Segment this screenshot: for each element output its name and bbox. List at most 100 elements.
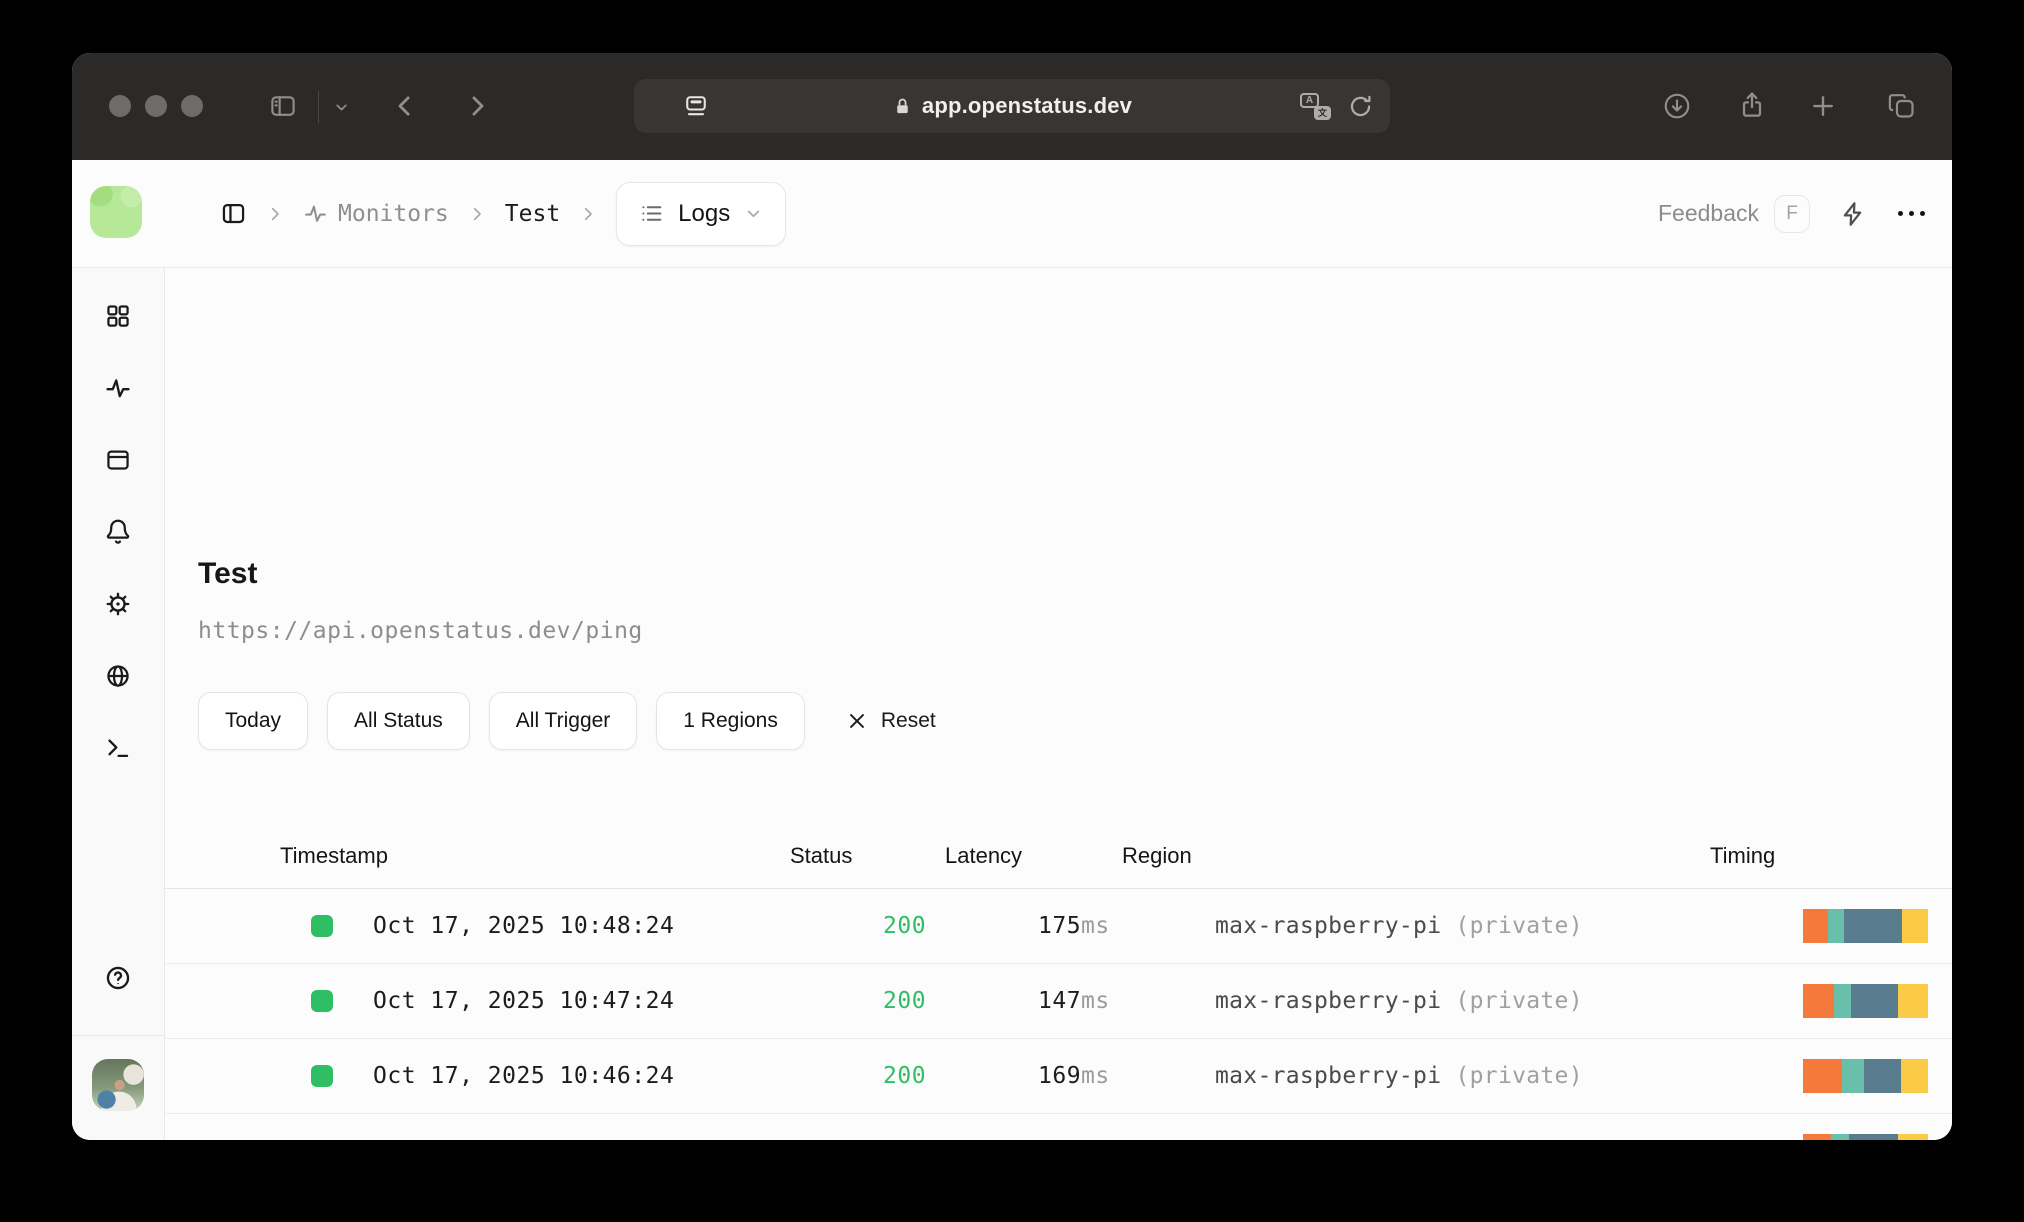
row-timestamp: Oct 17, 2025 10:47:24 [373,988,675,1014]
translate-icon[interactable]: A文 [1300,92,1331,120]
back-icon[interactable] [390,91,420,121]
status-indicator [311,1065,333,1087]
row-region: max-raspberry-pi (private) [1215,913,1583,939]
timing-segment [1902,909,1928,943]
address-bar[interactable]: app.openstatus.dev A文 [634,79,1390,133]
x-icon [849,714,864,728]
region-private-suffix: (private) [1455,1063,1583,1089]
monitors-activity-icon[interactable] [104,374,132,402]
chevron-down-icon[interactable] [333,99,350,116]
log-table-row[interactable]: Oct 17, 2025 10:48:24 200 175ms max-rasp… [165,889,1952,964]
timing-segment [1898,1134,1928,1140]
terminal-icon[interactable] [105,735,132,762]
panel-left-icon[interactable] [220,200,247,227]
main-content: Test https://api.openstatus.dev/ping Tod… [165,268,1952,1140]
column-header-timing: Timing [1710,842,1776,868]
address-bar-domain[interactable]: app.openstatus.dev [922,93,1132,119]
browser-window: app.openstatus.dev A文 Monitors Test Logs… [72,53,1952,1140]
list-icon [639,201,664,226]
filter-bar: Today All Status All Trigger 1 Regions R… [198,692,936,750]
reset-filters-button[interactable]: Reset [846,709,936,733]
chevron-right-icon [468,205,486,223]
timing-bar [1803,984,1928,1018]
new-tab-icon[interactable] [1808,91,1838,121]
log-table-body: Oct 17, 2025 10:48:24 200 175ms max-rasp… [165,889,1952,1140]
chevron-right-icon [266,205,284,223]
log-table-row[interactable]: Oct 17, 2025 10:47:24 200 147ms max-rasp… [165,964,1952,1039]
timing-segment [1841,1059,1864,1093]
column-header-timestamp: Timestamp [280,842,388,868]
minimize-window-button[interactable] [145,95,167,117]
timing-segment [1828,909,1844,943]
latency-unit: ms [1081,988,1110,1014]
row-region: max-raspberry-pi (private) [1215,988,1583,1014]
row-region: max-raspberry-pi (private) [1215,1138,1583,1140]
timing-segment [1851,984,1898,1018]
row-timestamp: Oct 17, 2025 10:46:24 [373,1063,675,1089]
log-table-row[interactable]: Oct 17, 2025 10:45:24 200 145ms max-rasp… [165,1114,1952,1140]
bell-icon[interactable] [105,519,132,546]
timing-bar [1803,909,1928,943]
reload-icon[interactable] [1347,93,1374,120]
timing-bar [1803,1134,1928,1140]
filter-trigger-button[interactable]: All Trigger [488,692,638,750]
breadcrumb: Monitors Test Logs [220,160,787,267]
user-avatar[interactable] [92,1059,144,1111]
downloads-icon[interactable] [1662,91,1692,121]
timing-segment [1849,1134,1898,1140]
column-header-latency: Latency [945,842,1023,868]
lock-icon [892,96,913,117]
latency-unit: ms [1081,1138,1110,1140]
share-icon[interactable] [1736,89,1768,121]
region-private-suffix: (private) [1456,1138,1583,1140]
tab-overview-icon[interactable] [1886,90,1917,121]
status-indicator [311,915,333,937]
app-sidebar [72,268,165,1140]
row-latency: 175ms [1038,913,1110,939]
globe-icon[interactable] [105,663,132,690]
gear-icon[interactable] [104,590,132,618]
titlebar-divider [318,91,319,123]
sidebar-toggle-icon[interactable] [268,91,298,121]
timing-segment [1803,984,1834,1018]
breadcrumb-monitor-name[interactable]: Test [505,201,560,227]
help-icon[interactable] [104,964,132,992]
column-header-region: Region [1122,842,1192,868]
row-status-code: 200 [883,988,927,1014]
row-timestamp: Oct 17, 2025 10:48:24 [373,913,675,939]
header-actions: Feedback F [1658,160,1925,267]
workspace-logo[interactable] [90,186,142,238]
forward-icon[interactable] [462,91,492,121]
log-table-header: Timestamp Status Latency Region Timing [165,823,1952,889]
status-indicator [311,990,333,1012]
row-status-code: 200 [883,1063,927,1089]
chevron-right-icon [579,205,597,223]
row-latency: 147ms [1038,988,1110,1014]
feedback-shortcut-badge: F [1774,194,1810,233]
zap-icon[interactable] [1839,200,1867,228]
log-table-row[interactable]: Oct 17, 2025 10:46:24 200 169ms max-rasp… [165,1039,1952,1114]
timing-segment [1803,1059,1842,1093]
row-timestamp: Oct 17, 2025 10:45:24 [373,1138,674,1140]
timing-segment [1898,984,1928,1018]
status-page-icon[interactable] [105,447,132,474]
close-window-button[interactable] [109,95,131,117]
timing-segment [1803,909,1828,943]
region-private-suffix: (private) [1455,913,1583,939]
filter-regions-button[interactable]: 1 Regions [656,692,805,750]
dashboard-grid-icon[interactable] [105,303,132,330]
feedback-button[interactable]: Feedback [1658,200,1759,227]
activity-icon [305,205,326,222]
timing-segment [1901,1059,1928,1093]
filter-period-button[interactable]: Today [198,692,309,750]
timing-segment [1833,984,1852,1018]
breadcrumb-monitors[interactable]: Monitors [303,201,449,227]
zoom-window-button[interactable] [181,95,203,117]
sidebar-divider [72,1035,164,1036]
filter-status-button[interactable]: All Status [327,692,470,750]
more-options-icon[interactable] [1898,211,1925,216]
row-latency: 169ms [1038,1063,1110,1089]
row-latency: 145ms [1038,1138,1110,1140]
app-header: Monitors Test Logs Feedback F [72,160,1952,268]
view-selector-logs[interactable]: Logs [616,181,787,246]
